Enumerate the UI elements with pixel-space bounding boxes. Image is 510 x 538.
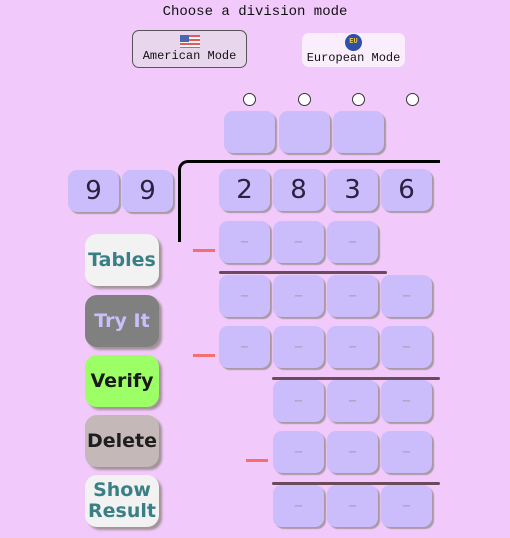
show-result-label-line1: Show <box>93 479 151 501</box>
american-mode-button[interactable]: American Mode <box>132 30 247 68</box>
work-digit-box[interactable]: – <box>381 275 432 317</box>
show-result-label-line2: Result <box>88 500 156 522</box>
work-digit-box[interactable]: – <box>273 221 324 263</box>
subtraction-rule <box>219 271 387 274</box>
work-digit-box[interactable]: – <box>327 431 378 473</box>
minus-sign <box>246 459 268 462</box>
work-digit-box[interactable]: – <box>381 380 432 422</box>
work-digit-box[interactable]: – <box>273 431 324 473</box>
work-digit-box[interactable]: – <box>327 275 378 317</box>
work-digit-box[interactable]: – <box>219 326 270 368</box>
work-digit-box[interactable]: – <box>219 221 270 263</box>
work-digit-box[interactable]: – <box>327 380 378 422</box>
european-mode-button[interactable]: EU European Mode <box>302 33 405 67</box>
eu-flag-icon: EU <box>345 34 362 51</box>
work-digit-box[interactable]: – <box>327 485 378 527</box>
work-digit-box[interactable]: – <box>273 275 324 317</box>
work-digit-box[interactable]: – <box>219 275 270 317</box>
divisor-digit-box[interactable]: 9 <box>68 170 119 212</box>
dividend-digit-box[interactable]: 6 <box>381 169 432 211</box>
decimal-point-selector[interactable] <box>406 93 419 106</box>
minus-sign <box>193 249 215 252</box>
tables-button[interactable]: Tables <box>85 234 159 286</box>
minus-sign <box>193 354 215 357</box>
decimal-point-selector[interactable] <box>352 93 365 106</box>
work-digit-box[interactable]: – <box>273 485 324 527</box>
show-result-button[interactable]: Show Result <box>85 475 159 527</box>
work-digit-box[interactable]: – <box>273 326 324 368</box>
american-mode-label: American Mode <box>142 49 237 63</box>
dividend-digit-box[interactable]: 8 <box>273 169 324 211</box>
work-digit-box[interactable]: – <box>381 485 432 527</box>
work-digit-box[interactable]: – <box>327 326 378 368</box>
quotient-digit-box[interactable] <box>279 111 330 153</box>
us-flag-icon <box>179 35 200 48</box>
dividend-digit-box[interactable]: 3 <box>327 169 378 211</box>
delete-button[interactable]: Delete <box>85 415 159 467</box>
work-digit-box[interactable]: – <box>273 380 324 422</box>
decimal-point-selector[interactable] <box>298 93 311 106</box>
work-digit-box[interactable]: – <box>381 431 432 473</box>
quotient-digit-box[interactable] <box>333 111 384 153</box>
page-title: Choose a division mode <box>162 4 348 20</box>
quotient-digit-box[interactable] <box>224 111 275 153</box>
decimal-point-selector[interactable] <box>243 93 256 106</box>
work-digit-box[interactable]: – <box>327 221 378 263</box>
verify-button[interactable]: Verify <box>85 355 159 407</box>
try-it-button[interactable]: Try It <box>85 295 159 347</box>
delete-label: Delete <box>86 429 158 452</box>
european-mode-label: European Mode <box>306 51 401 65</box>
work-digit-box[interactable]: – <box>381 326 432 368</box>
divisor-digit-box[interactable]: 9 <box>122 170 173 212</box>
dividend-digit-box[interactable]: 2 <box>219 169 270 211</box>
